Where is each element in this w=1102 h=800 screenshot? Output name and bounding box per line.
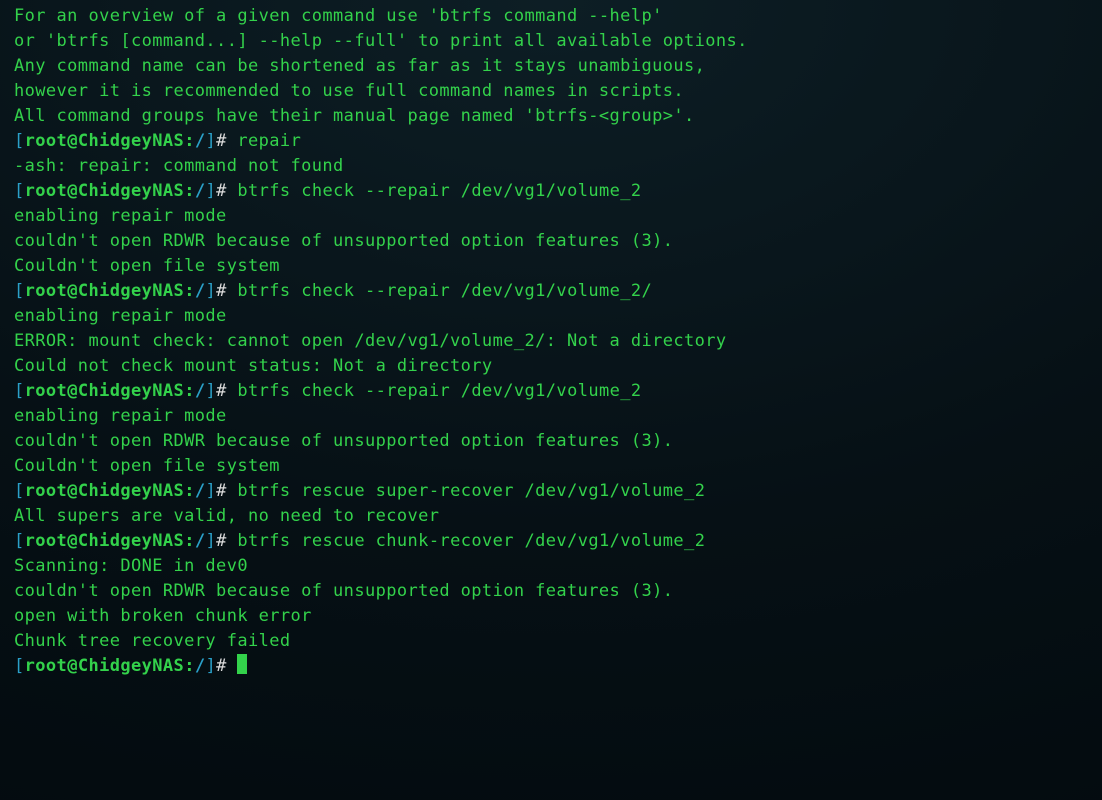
prompt-user: root: [25, 281, 68, 301]
prompt-cwd: /: [195, 531, 206, 551]
output-line: however it is recommended to use full co…: [14, 79, 1088, 104]
output-line: -ash: repair: command not found: [14, 154, 1088, 179]
command-text[interactable]: btrfs rescue super-recover /dev/vg1/volu…: [237, 481, 705, 501]
prompt-at: @: [67, 281, 78, 301]
output-line: enabling repair mode: [14, 304, 1088, 329]
output-line: Any command name can be shortened as far…: [14, 54, 1088, 79]
prompt-cwd: /: [195, 281, 206, 301]
prompt-line[interactable]: [root@ChidgeyNAS:/]# btrfs check --repai…: [14, 379, 1088, 404]
command-text[interactable]: btrfs rescue chunk-recover /dev/vg1/volu…: [237, 531, 705, 551]
prompt-user: root: [25, 656, 68, 676]
prompt-cwd: /: [195, 656, 206, 676]
prompt-open-bracket: [: [14, 656, 25, 676]
prompt-at: @: [67, 181, 78, 201]
output-line: open with broken chunk error: [14, 604, 1088, 629]
output-line: couldn't open RDWR because of unsupporte…: [14, 429, 1088, 454]
output-line: Chunk tree recovery failed: [14, 629, 1088, 654]
prompt-line[interactable]: [root@ChidgeyNAS:/]# btrfs rescue super-…: [14, 479, 1088, 504]
output-line: All command groups have their manual pag…: [14, 104, 1088, 129]
prompt-host: ChidgeyNAS: [78, 381, 184, 401]
prompt-user: root: [25, 181, 68, 201]
prompt-open-bracket: [: [14, 531, 25, 551]
prompt-cwd: /: [195, 181, 206, 201]
prompt-open-bracket: [: [14, 181, 25, 201]
prompt-hash: #: [216, 181, 237, 201]
command-text[interactable]: btrfs check --repair /dev/vg1/volume_2: [237, 381, 641, 401]
output-line: Couldn't open file system: [14, 254, 1088, 279]
prompt-host: ChidgeyNAS: [78, 481, 184, 501]
prompt-colon: :: [184, 281, 195, 301]
prompt-colon: :: [184, 381, 195, 401]
prompt-close-bracket: ]: [205, 281, 216, 301]
prompt-line[interactable]: [root@ChidgeyNAS:/]#: [14, 654, 1088, 679]
prompt-host: ChidgeyNAS: [78, 656, 184, 676]
prompt-close-bracket: ]: [205, 481, 216, 501]
command-text[interactable]: btrfs check --repair /dev/vg1/volume_2: [237, 181, 641, 201]
prompt-colon: :: [184, 131, 195, 151]
prompt-line[interactable]: [root@ChidgeyNAS:/]# btrfs check --repai…: [14, 179, 1088, 204]
prompt-at: @: [67, 381, 78, 401]
prompt-line[interactable]: [root@ChidgeyNAS:/]# btrfs check --repai…: [14, 279, 1088, 304]
prompt-close-bracket: ]: [205, 656, 216, 676]
prompt-open-bracket: [: [14, 131, 25, 151]
prompt-close-bracket: ]: [205, 381, 216, 401]
output-line: or 'btrfs [command...] --help --full' to…: [14, 29, 1088, 54]
output-line: Scanning: DONE in dev0: [14, 554, 1088, 579]
output-line: ERROR: mount check: cannot open /dev/vg1…: [14, 329, 1088, 354]
output-line: couldn't open RDWR because of unsupporte…: [14, 579, 1088, 604]
prompt-at: @: [67, 531, 78, 551]
prompt-host: ChidgeyNAS: [78, 531, 184, 551]
output-line: All supers are valid, no need to recover: [14, 504, 1088, 529]
prompt-close-bracket: ]: [205, 131, 216, 151]
prompt-user: root: [25, 381, 68, 401]
prompt-hash: #: [216, 281, 237, 301]
output-line: For an overview of a given command use '…: [14, 4, 1088, 29]
prompt-hash: #: [216, 131, 237, 151]
output-line: Couldn't open file system: [14, 454, 1088, 479]
prompt-colon: :: [184, 656, 195, 676]
output-line: Could not check mount status: Not a dire…: [14, 354, 1088, 379]
prompt-open-bracket: [: [14, 281, 25, 301]
prompt-close-bracket: ]: [205, 181, 216, 201]
prompt-at: @: [67, 656, 78, 676]
command-text[interactable]: repair: [237, 131, 301, 151]
prompt-at: @: [67, 481, 78, 501]
output-line: enabling repair mode: [14, 204, 1088, 229]
prompt-close-bracket: ]: [205, 531, 216, 551]
prompt-hash: #: [216, 531, 237, 551]
prompt-user: root: [25, 481, 68, 501]
prompt-open-bracket: [: [14, 481, 25, 501]
prompt-cwd: /: [195, 131, 206, 151]
prompt-hash: #: [216, 381, 237, 401]
command-text[interactable]: btrfs check --repair /dev/vg1/volume_2/: [237, 281, 652, 301]
output-line: couldn't open RDWR because of unsupporte…: [14, 229, 1088, 254]
cursor: [237, 654, 247, 674]
prompt-colon: :: [184, 481, 195, 501]
prompt-colon: :: [184, 531, 195, 551]
prompt-user: root: [25, 531, 68, 551]
terminal-window[interactable]: For an overview of a given command use '…: [0, 0, 1102, 800]
prompt-cwd: /: [195, 381, 206, 401]
prompt-host: ChidgeyNAS: [78, 181, 184, 201]
prompt-host: ChidgeyNAS: [78, 281, 184, 301]
prompt-user: root: [25, 131, 68, 151]
prompt-host: ChidgeyNAS: [78, 131, 184, 151]
prompt-open-bracket: [: [14, 381, 25, 401]
prompt-hash: #: [216, 481, 237, 501]
prompt-at: @: [67, 131, 78, 151]
prompt-hash: #: [216, 656, 237, 676]
prompt-colon: :: [184, 181, 195, 201]
prompt-line[interactable]: [root@ChidgeyNAS:/]# btrfs rescue chunk-…: [14, 529, 1088, 554]
prompt-line[interactable]: [root@ChidgeyNAS:/]# repair: [14, 129, 1088, 154]
output-line: enabling repair mode: [14, 404, 1088, 429]
prompt-cwd: /: [195, 481, 206, 501]
